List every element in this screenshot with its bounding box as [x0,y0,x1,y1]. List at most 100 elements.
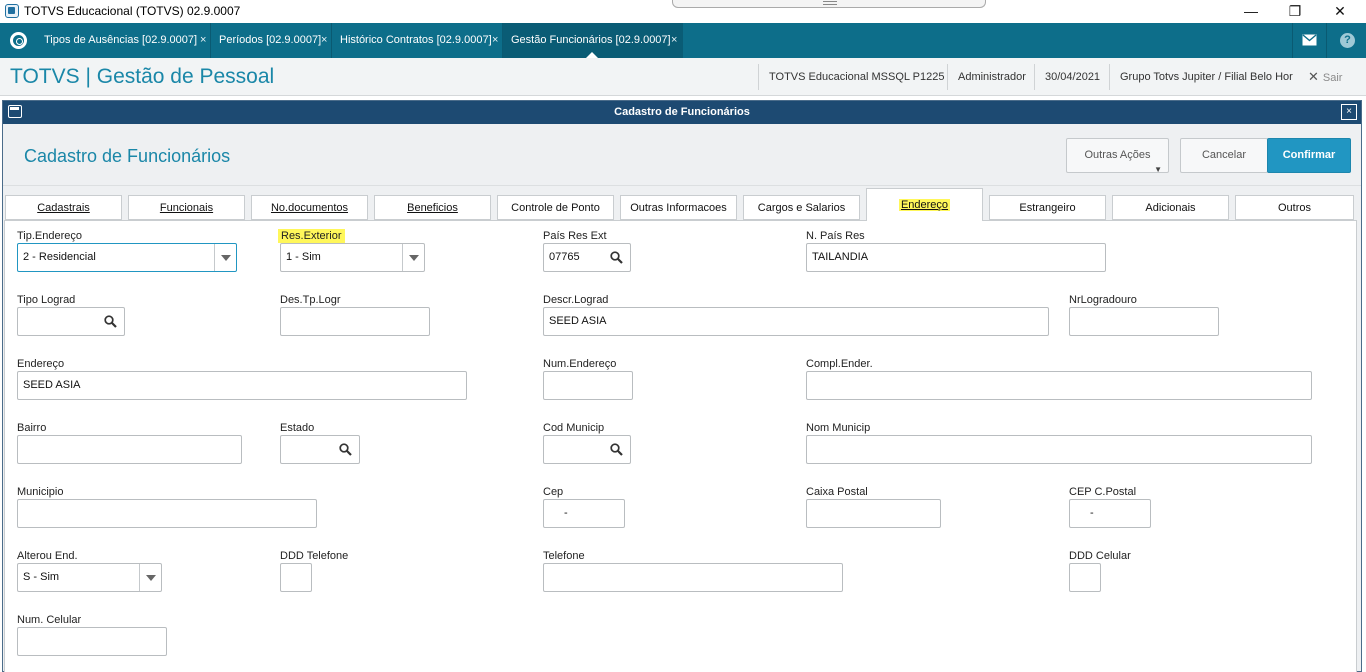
dialog-heading: Cadastro de Funcionários [24,146,231,166]
dropdown-arrow-icon[interactable] [139,564,161,591]
tipo-lograd-input[interactable] [17,307,125,336]
app-brand: TOTVS | Gestão de Pessoal [10,65,275,88]
tab-label: Estrangeiro [1019,202,1076,214]
alterou-end-select[interactable]: S - Sim [17,563,162,592]
tab-cadastrais[interactable]: Cadastrais [5,195,122,220]
tab-tipos-ausencias[interactable]: Tipos de Ausências [02.9.0007] × [36,23,210,58]
municipio-input[interactable] [17,499,317,528]
cep-c-postal-label: CEP C.Postal [1069,486,1137,498]
search-icon[interactable] [610,443,623,456]
search-icon[interactable] [339,443,352,456]
close-window-button[interactable]: ✕ [1317,0,1363,22]
cancel-button[interactable]: Cancelar [1180,138,1268,173]
tab-close-icon[interactable]: × [200,23,206,57]
tab-controle-de-ponto[interactable]: Controle de Ponto [497,195,614,220]
dialog-header: Cadastro de Funcionários Outras Ações ▼ … [3,124,1361,186]
n-pais-res-input[interactable]: TAILANDIA [806,243,1106,272]
maximize-button[interactable]: ❐ [1272,0,1318,22]
window-grip-handle[interactable] [672,0,986,8]
tipo-lograd-label: Tipo Lograd [17,294,76,306]
descr-lograd-input[interactable]: SEED ASIA [543,307,1049,336]
des-tp-logr-input[interactable] [280,307,430,336]
tab-endereco[interactable]: Endereço [866,188,983,221]
window-title-bar: TOTVS Educacional (TOTVS) 02.9.0007 — ❐ … [0,0,1366,23]
tab-label: Funcionais [159,202,214,214]
tab-outros[interactable]: Outros [1235,195,1354,220]
estado-input[interactable] [280,435,360,464]
nom-municip-label: Nom Municip [806,422,871,434]
tip-endereco-label: Tip.Endereço [17,230,83,242]
user-info: Administrador [947,64,1035,90]
cep-c-postal-input[interactable]: - [1069,499,1151,528]
endereco-input[interactable]: SEED ASIA [17,371,467,400]
tab-funcionais[interactable]: Funcionais [128,195,245,220]
num-endereco-input[interactable] [543,371,633,400]
n-pais-res-label: N. País Res [806,230,865,242]
caixa-postal-label: Caixa Postal [806,486,868,498]
cep-c-postal-value: - [1090,507,1094,519]
pais-res-ext-input[interactable]: 07765 [543,243,631,272]
ddd-celular-input[interactable] [1069,563,1101,592]
confirm-button[interactable]: Confirmar [1267,138,1351,173]
tab-gestao-funcionarios[interactable]: Gestão Funcionários [02.9.0007] × [502,23,683,59]
tab-outras-informacoes[interactable]: Outras Informacoes [620,195,737,220]
mail-button[interactable] [1292,23,1326,58]
tab-close-icon[interactable]: × [671,23,677,57]
tab-label: Endereço [898,199,951,211]
pais-res-ext-label: País Res Ext [543,230,607,242]
help-button[interactable]: ? [1326,23,1366,58]
dialog-close-button[interactable]: × [1341,104,1357,120]
exit-button[interactable]: ✕ Sair [1308,64,1342,90]
tab-cargos-e-salarios[interactable]: Cargos e Salarios [743,195,860,220]
tab-periodos[interactable]: Períodos [02.9.0007] × [210,23,331,58]
tab-close-icon[interactable]: × [321,23,327,57]
dropdown-arrow-icon[interactable] [214,244,236,271]
bairro-input[interactable] [17,435,242,464]
tab-beneficios[interactable]: Beneficios [374,195,491,220]
cep-input[interactable]: - [543,499,625,528]
search-icon[interactable] [104,315,117,328]
tab-label: Histórico Contratos [02.9.0007] [340,34,492,46]
database-info: TOTVS Educacional MSSQL P1225 [758,64,946,90]
ddd-telefone-input[interactable] [280,563,312,592]
minimize-button[interactable]: — [1228,0,1274,22]
tip-endereco-select[interactable]: 2 - Residencial [17,243,237,272]
nom-municip-input[interactable] [806,435,1312,464]
res-exterior-select[interactable]: 1 - Sim [280,243,425,272]
num-celular-input[interactable] [17,627,167,656]
res-exterior-label: Res.Exterior [278,229,345,243]
cod-municip-input[interactable] [543,435,631,464]
tab-label: Períodos [02.9.0007] [219,34,322,46]
tab-close-icon[interactable]: × [492,23,498,57]
outras-acoes-button[interactable]: Outras Ações ▼ [1066,138,1169,174]
tab-historico-contratos[interactable]: Histórico Contratos [02.9.0007] × [331,23,502,58]
mail-icon [1302,34,1317,46]
num-endereco-label: Num.Endereço [543,358,617,370]
date-info: 30/04/2021 [1034,64,1110,90]
nr-logradouro-input[interactable] [1069,307,1219,336]
tab-label: Beneficios [407,202,458,214]
telefone-label: Telefone [543,550,585,562]
compl-ender-input[interactable] [806,371,1312,400]
pais-res-ext-value: 07765 [549,251,580,263]
nr-logradouro-label: NrLogradouro [1069,294,1137,306]
tab-no-documentos[interactable]: No.documentos [251,195,368,220]
tab-estrangeiro[interactable]: Estrangeiro [989,195,1106,220]
tab-label: Cadastrais [37,202,90,214]
tab-adicionais[interactable]: Adicionais [1112,195,1229,220]
app-header: TOTVS | Gestão de Pessoal TOTVS Educacio… [0,58,1366,96]
caixa-postal-input[interactable] [806,499,941,528]
search-icon[interactable] [610,251,623,264]
home-button[interactable] [0,23,36,58]
ddd-celular-label: DDD Celular [1069,550,1131,562]
tab-label: Outros [1277,202,1311,214]
endereco-label: Endereço [17,358,65,370]
des-tp-logr-label: Des.Tp.Logr [280,294,341,306]
ddd-telefone-label: DDD Telefone [280,550,349,562]
module-tab-bar: Tipos de Ausências [02.9.0007] × Período… [0,23,1366,59]
dropdown-arrow-icon[interactable] [402,244,424,271]
outras-acoes-label: Outras Ações [1084,149,1151,161]
alterou-end-value: S - Sim [23,571,60,583]
tab-label: No.documentos [270,202,349,214]
telefone-input[interactable] [543,563,843,592]
